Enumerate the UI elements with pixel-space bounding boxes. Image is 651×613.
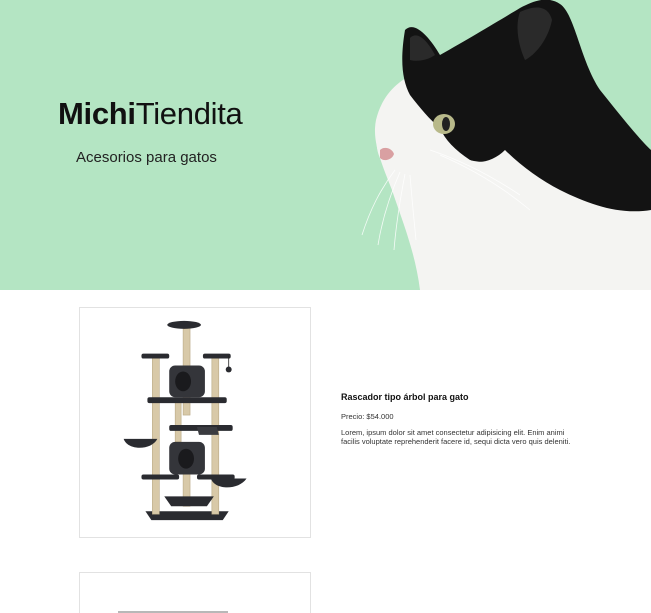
brand-name-bold: Michi [58,96,136,131]
hero-banner: MichiTiendita Acesorios para gatos [0,0,651,290]
brand-logo[interactable]: MichiTiendita [58,96,243,132]
cat-tree-scratcher-image [80,308,310,537]
product-details: Rascador tipo árbol para gato Precio: $5… [341,392,581,446]
cat-photo [361,0,651,290]
brand-tagline: Acesorios para gatos [76,149,217,166]
brand-name-regular: Tiendita [135,96,243,131]
product-image-card[interactable] [79,307,311,538]
product-price: Precio: $54.000 [341,412,394,421]
product-description: Lorem, ipsum dolor sit amet consectetur … [341,428,571,446]
product-title[interactable]: Rascador tipo árbol para gato [341,392,581,402]
product-image-card[interactable] [79,572,311,613]
